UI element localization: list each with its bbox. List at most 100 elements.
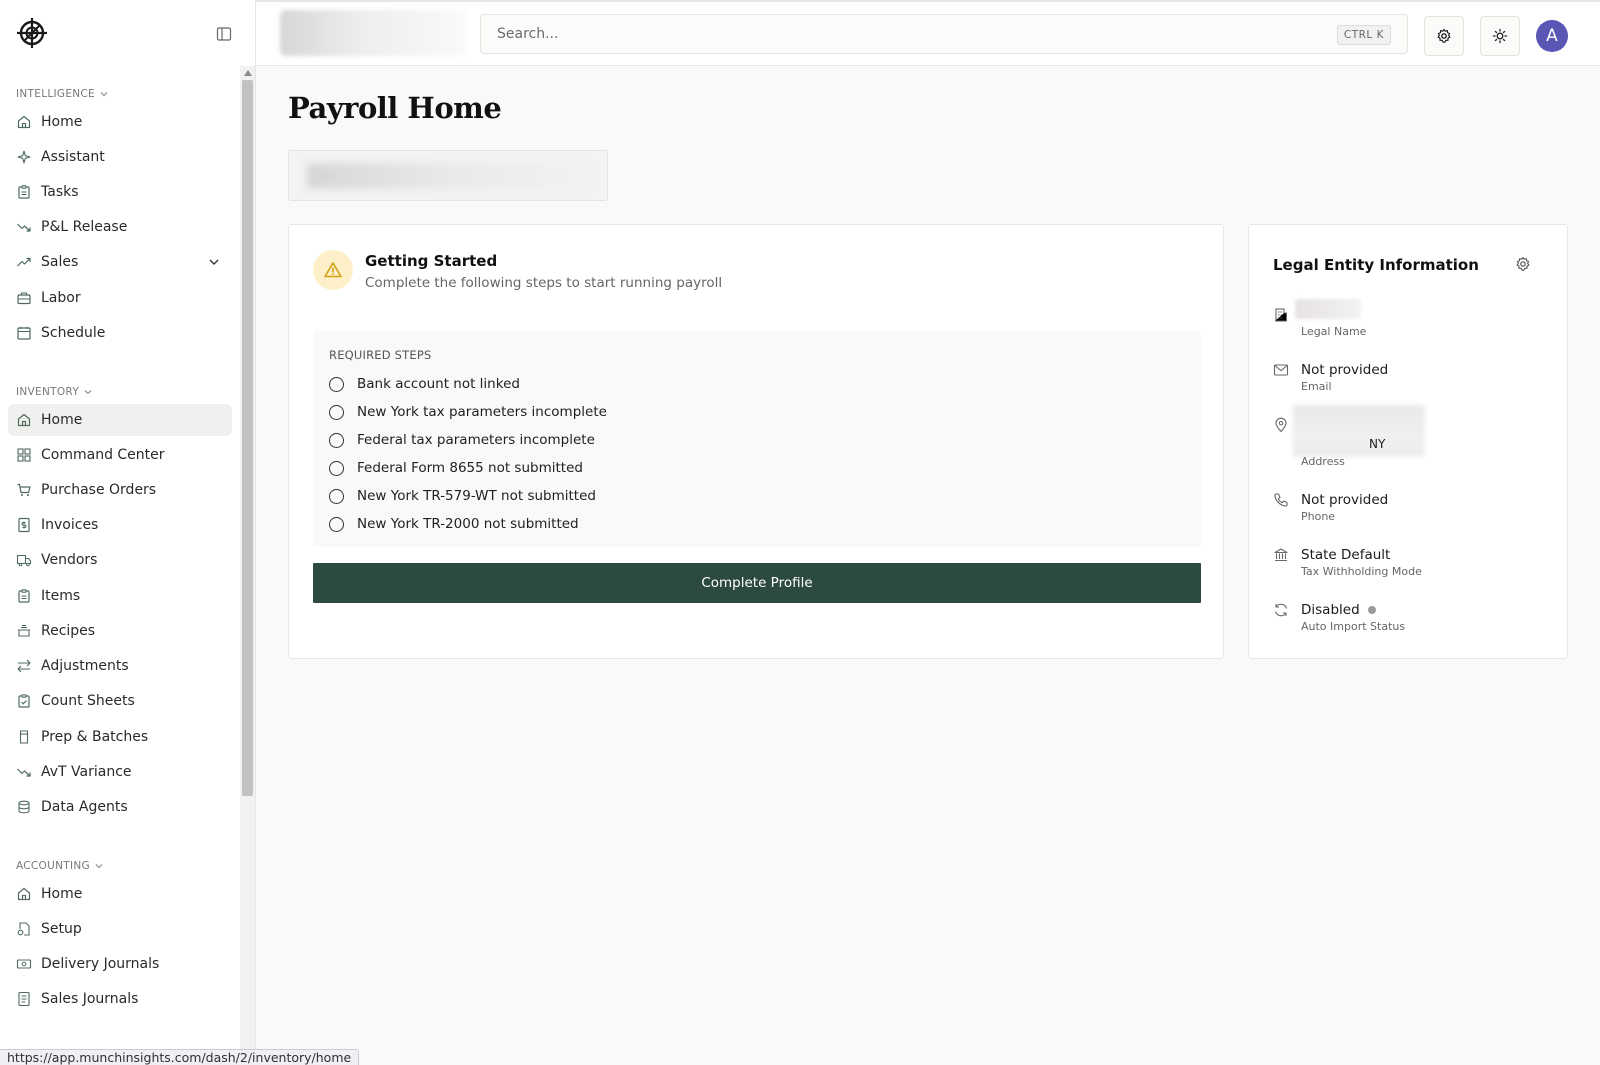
sidebar-item-invoices[interactable]: Invoices [8,509,232,541]
sidebar-item-inventory-home[interactable]: Home [8,404,232,436]
sidebar-item-sales-journals[interactable]: Sales Journals [8,983,232,1015]
step-radio[interactable] [329,376,344,392]
sidebar-item-intelligence-home[interactable]: Home [8,106,232,138]
building-icon [1275,308,1287,322]
sidebar-toggle-icon[interactable] [215,25,233,43]
briefcase-icon [17,292,31,305]
sidebar-item-schedule[interactable]: Schedule [8,317,232,349]
chevron-down-icon[interactable] [206,254,222,270]
chevron-down-icon [95,864,103,869]
step-radio[interactable] [329,460,344,476]
step-item[interactable]: New York TR-579-WT not submitted [329,486,596,506]
field-label: Phone [1301,510,1336,523]
sidebar-item-adjustments[interactable]: Adjustments [8,650,232,682]
getting-started-title: Getting Started [365,252,498,270]
field-label: Tax Withholding Mode [1301,565,1422,578]
field-value: Disabled [1301,602,1360,618]
step-radio[interactable] [329,404,344,420]
notebook-icon [18,991,30,1007]
settings-button[interactable] [1424,16,1464,56]
mail-icon [1273,364,1289,376]
sidebar-item-pl-release[interactable]: P&L Release [8,211,232,243]
sidebar-item-label: Prep & Batches [41,729,149,745]
sidebar-item-sales[interactable]: Sales [8,246,232,278]
trend-down-icon [17,223,31,232]
warning-triangle-icon [324,262,342,278]
logo-icon[interactable] [16,17,48,49]
sidebar-item-labor[interactable]: Labor [8,282,232,314]
search-placeholder: Search... [497,26,559,42]
sidebar-item-data-agents[interactable]: Data Agents [8,791,232,823]
sidebar-item-delivery-journals[interactable]: Delivery Journals [8,948,232,980]
sidebar-item-label: P&L Release [41,219,128,235]
step-label: Federal tax parameters incomplete [357,432,595,448]
step-label: New York TR-2000 not submitted [357,516,579,532]
theme-toggle-button[interactable] [1480,16,1520,56]
field-value: State Default [1301,547,1391,563]
field-value-with-status: Disabled [1301,602,1376,618]
section-label: INTELLIGENCE [16,88,95,100]
redacted-selector[interactable] [288,150,608,201]
sidebar-item-count-sheets[interactable]: Count Sheets [8,685,232,717]
step-item[interactable]: New York tax parameters incomplete [329,402,607,422]
section-intelligence[interactable]: INTELLIGENCE [16,88,109,100]
gear-icon[interactable] [1515,256,1531,272]
clipboard-icon [18,589,30,603]
step-item[interactable]: Federal Form 8655 not submitted [329,458,583,478]
calendar-icon [17,326,31,340]
step-item[interactable]: Bank account not linked [329,374,520,394]
sidebar-item-accounting-home[interactable]: Home [8,878,232,910]
sidebar-item-command-center[interactable]: Command Center [8,439,232,471]
field-label: Legal Name [1301,325,1367,338]
warning-badge [313,250,353,290]
sidebar-item-label: Home [41,886,83,902]
user-avatar[interactable]: A [1536,20,1568,52]
sidebar-item-vendors[interactable]: Vendors [8,544,232,576]
organization-logo-redacted[interactable] [280,10,466,56]
arrows-left-right-icon [17,659,31,673]
step-item[interactable]: Federal tax parameters incomplete [329,430,595,450]
sidebar-item-recipes[interactable]: Recipes [8,615,232,647]
sidebar-item-items[interactable]: Items [8,580,232,612]
sidebar-item-purchase-orders[interactable]: Purchase Orders [8,474,232,506]
sidebar-item-label: Delivery Journals [41,956,160,972]
landmark-icon [1274,548,1288,562]
field-value: NY [1369,437,1386,451]
required-steps-panel: REQUIRED STEPS Bank account not linked N… [313,331,1201,547]
field-label: Auto Import Status [1301,620,1406,633]
sidebar-item-label: Invoices [41,517,99,533]
sidebar-item-tasks[interactable]: Tasks [8,176,232,208]
step-radio[interactable] [329,516,344,532]
invoice-icon [18,517,30,533]
status-bar-url: https://app.munchinsights.com/dash/2/inv… [0,1049,360,1065]
chevron-down-icon [100,92,108,97]
sidebar: INTELLIGENCE Home Assistant Tasks P&L Re… [0,0,256,1065]
legal-entity-card: Legal Entity Information Legal Name Not … [1248,224,1568,659]
sidebar-item-prep-batches[interactable]: Prep & Batches [8,721,232,753]
sidebar-item-setup[interactable]: Setup [8,913,232,945]
keyboard-shortcut-badge: CTRL K [1336,25,1391,45]
sidebar-item-avt-variance[interactable]: AvT Variance [8,756,232,788]
section-accounting[interactable]: ACCOUNTING [16,860,104,872]
legal-entity-title: Legal Entity Information [1273,256,1479,274]
sidebar-item-label: Tasks [41,184,79,200]
complete-profile-button[interactable]: Complete Profile [313,563,1201,603]
status-dot [1367,606,1376,614]
home-icon [17,413,31,427]
step-item[interactable]: New York TR-2000 not submitted [329,514,579,534]
step-label: Bank account not linked [357,376,520,392]
scroll-thumb[interactable] [242,80,253,796]
sidebar-item-label: Setup [41,921,82,937]
step-label: Federal Form 8655 not submitted [357,460,583,476]
section-inventory[interactable]: INVENTORY [16,386,93,398]
sidebar-scrollbar[interactable] [240,66,255,1065]
scroll-up-arrow-icon[interactable] [244,70,252,76]
sidebar-item-label: Schedule [41,325,106,341]
trend-up-icon [17,257,31,267]
step-radio[interactable] [329,488,344,504]
search-input[interactable]: Search... CTRL K [480,14,1408,54]
sidebar-item-assistant[interactable]: Assistant [8,141,232,173]
cooking-pot-icon [18,624,30,637]
sidebar-item-label: Items [41,588,81,604]
step-radio[interactable] [329,432,344,448]
